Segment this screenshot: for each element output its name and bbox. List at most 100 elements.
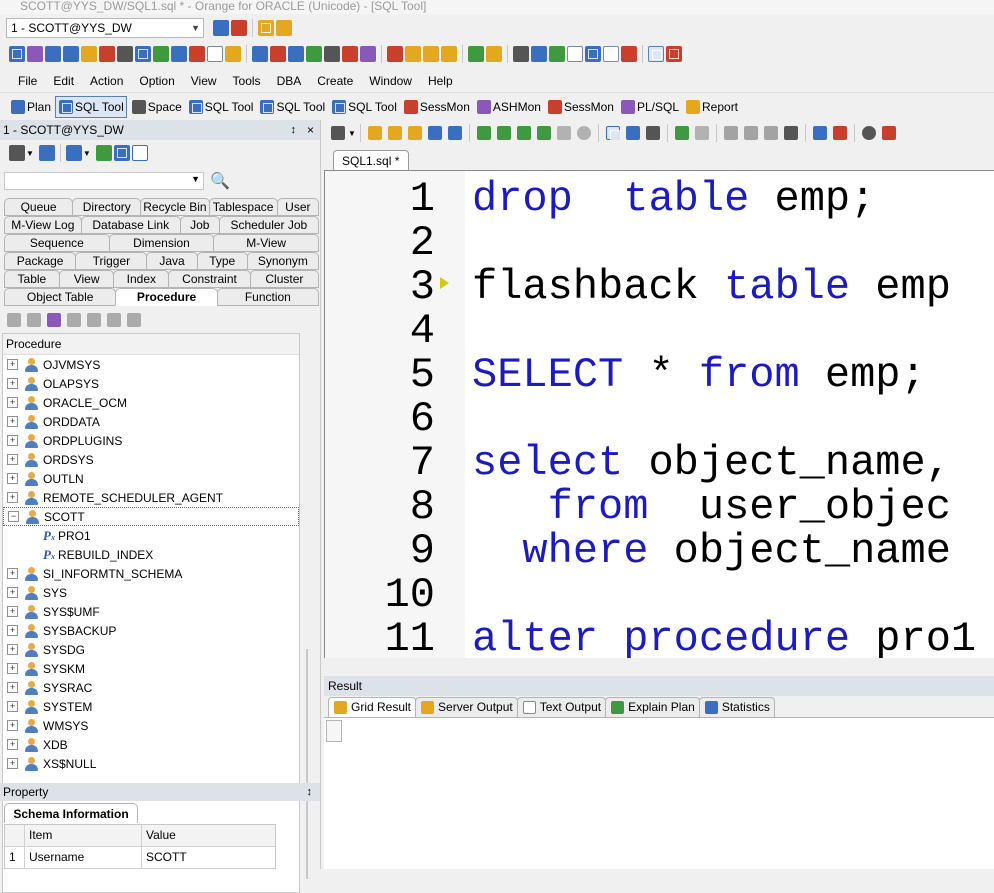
expand-icon[interactable]: +: [7, 492, 18, 503]
table-icon[interactable]: [153, 46, 169, 62]
tool-tab-sessmon-2[interactable]: SessMon: [545, 97, 616, 117]
edit-icon[interactable]: [207, 46, 223, 62]
menu-edit[interactable]: Edit: [45, 74, 82, 88]
chevron-down-icon[interactable]: ▼: [83, 149, 91, 158]
menu-help[interactable]: Help: [420, 74, 461, 88]
copy-icon[interactable]: [743, 126, 758, 140]
drop-icon[interactable]: [107, 313, 121, 327]
result-grid[interactable]: [324, 717, 994, 869]
execute-step-icon[interactable]: [496, 126, 511, 140]
tab-server-output[interactable]: Server Output: [415, 697, 518, 717]
menu-tools[interactable]: Tools: [225, 74, 269, 88]
execute-script-icon[interactable]: [536, 126, 551, 140]
expand-icon[interactable]: +: [7, 473, 18, 484]
menu-file[interactable]: File: [0, 74, 45, 88]
menu-window[interactable]: Window: [361, 74, 420, 88]
undo-icon[interactable]: [674, 126, 689, 140]
transfer-icon[interactable]: [486, 46, 502, 62]
instance-icon[interactable]: [531, 46, 547, 62]
tab-job[interactable]: Job: [179, 216, 220, 234]
execute-disabled-icon[interactable]: [556, 126, 571, 140]
connect-icon[interactable]: [213, 20, 229, 36]
list-view-icon[interactable]: [131, 145, 148, 161]
commit-icon[interactable]: [258, 20, 274, 36]
filter-icon[interactable]: [65, 145, 82, 161]
tool-tab-report[interactable]: Report: [683, 97, 740, 117]
tree-item-schema[interactable]: + SYSKM: [3, 659, 299, 678]
sql-plan-icon[interactable]: [27, 46, 43, 62]
tab-constraint[interactable]: Constraint: [168, 270, 251, 288]
compare-icon[interactable]: [468, 46, 484, 62]
session-icon[interactable]: [99, 46, 115, 62]
tree-item-schema[interactable]: + WMSYS: [3, 716, 299, 735]
tree-item-schema[interactable]: + SYS$UMF: [3, 602, 299, 621]
expand-icon[interactable]: +: [7, 359, 18, 370]
expand-icon[interactable]: +: [7, 663, 18, 674]
ash-icon[interactable]: [360, 46, 376, 62]
editor-horizontal-scrollbar[interactable]: [324, 658, 994, 668]
log-icon[interactable]: [567, 46, 583, 62]
save-all-icon[interactable]: [447, 126, 462, 140]
tool-tab-sql-tool-3[interactable]: SQL Tool: [257, 97, 327, 117]
chevron-down-icon[interactable]: ▼: [26, 149, 34, 158]
network-icon[interactable]: [288, 46, 304, 62]
tree-item-schema[interactable]: + REMOTE_SCHEDULER_AGENT: [3, 488, 299, 507]
tree-item-schema[interactable]: + ORDSYS: [3, 450, 299, 469]
scrollbar-thumb[interactable]: [306, 649, 308, 879]
tab-dimension[interactable]: Dimension: [108, 234, 215, 252]
editor-tab-sql1[interactable]: SQL1.sql *: [333, 150, 409, 170]
text-view-icon[interactable]: [605, 126, 620, 140]
report-icon[interactable]: [225, 46, 241, 62]
tree-item-schema[interactable]: + SYSDG: [3, 640, 299, 659]
tune-icon[interactable]: [81, 46, 97, 62]
expand-icon[interactable]: +: [7, 416, 18, 427]
schema-icon[interactable]: [135, 46, 151, 62]
window-close-icon[interactable]: [666, 46, 682, 62]
lock-icon[interactable]: [189, 46, 205, 62]
tab-directory[interactable]: Directory: [72, 198, 142, 216]
menu-option[interactable]: Option: [131, 74, 182, 88]
tree-item-schema[interactable]: + SYSBACKUP: [3, 621, 299, 640]
tab-schema-information[interactable]: Schema Information: [4, 803, 138, 823]
tree-item-schema[interactable]: + OJVMSYS: [3, 355, 299, 374]
execute-icon[interactable]: [476, 126, 491, 140]
tree-item-schema[interactable]: + ORACLE_OCM: [3, 393, 299, 412]
tab-explain-plan[interactable]: Explain Plan: [605, 697, 700, 717]
tab-tablespace[interactable]: Tablespace: [208, 198, 278, 216]
database-icon[interactable]: [117, 46, 133, 62]
sql-editor[interactable]: 1 drop table emp; 2 3 flashback table emp 4 5 S…: [324, 170, 994, 668]
plan-icon[interactable]: [45, 46, 61, 62]
menu-action[interactable]: Action: [82, 74, 131, 88]
tab-m-view-log[interactable]: M-View Log: [4, 216, 82, 234]
tab-procedure[interactable]: Procedure: [115, 288, 218, 306]
redo-icon[interactable]: [694, 126, 709, 140]
grid-icon[interactable]: [585, 46, 601, 62]
select-all-icon[interactable]: [783, 126, 798, 140]
sql-icon[interactable]: [9, 46, 25, 62]
schema-filter-select[interactable]: ▼: [4, 172, 204, 190]
tab-sequence[interactable]: Sequence: [4, 234, 110, 252]
tab-queue[interactable]: Queue: [4, 198, 74, 216]
table-row[interactable]: 1 Username SCOTT: [5, 847, 275, 869]
tree-item-schema[interactable]: + SI_INFORMTN_SCHEMA: [3, 564, 299, 583]
execute-all-icon[interactable]: [516, 126, 531, 140]
database-icon[interactable]: [645, 126, 660, 140]
tab-scheduler-job[interactable]: Scheduler Job: [218, 216, 320, 234]
refresh-icon[interactable]: [38, 145, 55, 161]
tab-synonym[interactable]: Synonym: [246, 252, 320, 270]
expand-icon[interactable]: +: [7, 682, 18, 693]
tool-tab-space[interactable]: Space: [129, 97, 184, 117]
tool-tab-ashmon[interactable]: ASHMon: [474, 97, 543, 117]
open-folder-icon[interactable]: [407, 126, 422, 140]
tree-item-procedure[interactable]: Px REBUILD_INDEX: [3, 545, 299, 564]
expand-icon[interactable]: +: [7, 701, 18, 712]
tab-recycle-bin[interactable]: Recycle Bin: [140, 198, 210, 216]
find-icon[interactable]: [861, 126, 876, 140]
import-icon[interactable]: [405, 46, 421, 62]
tree-item-schema[interactable]: + XS$NULL: [3, 754, 299, 773]
tab-object-table[interactable]: Object Table: [4, 288, 117, 306]
debug-icon[interactable]: [87, 313, 101, 327]
export-icon[interactable]: [387, 46, 403, 62]
tool-tab-sql-tool-2[interactable]: SQL Tool: [186, 97, 256, 117]
tab-m-view[interactable]: M-View: [213, 234, 320, 252]
